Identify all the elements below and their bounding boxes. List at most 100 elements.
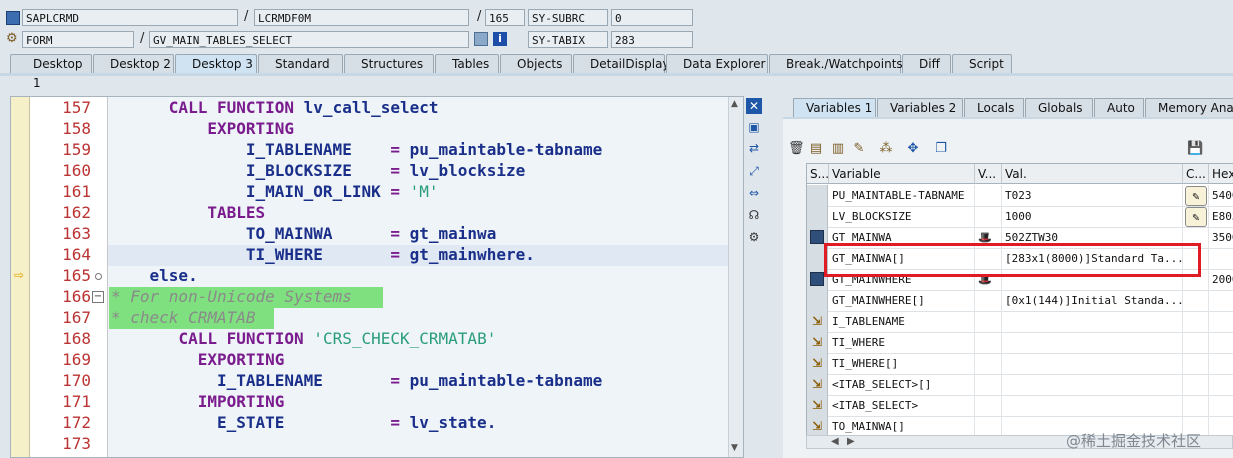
line-number[interactable]: 171 xyxy=(31,392,91,411)
value-icon-cell[interactable] xyxy=(975,290,1002,311)
variable-value[interactable]: 1000 xyxy=(1002,206,1183,227)
delete-icon[interactable]: 🗑 xyxy=(788,141,805,157)
variable-row[interactable]: ⇲ <ITAB_SELECT> xyxy=(807,395,1233,417)
hex-value[interactable] xyxy=(1209,374,1233,395)
include-field[interactable]: LCRMDF0M xyxy=(254,9,469,26)
tab-detail-display[interactable]: DetailDisplay xyxy=(573,54,670,73)
tab-script[interactable]: Script xyxy=(952,54,1012,73)
variable-name[interactable]: TO_MAINWA[] xyxy=(829,416,975,436)
value-icon-cell[interactable] xyxy=(975,332,1002,353)
param-icon[interactable]: ⇲ xyxy=(810,335,824,349)
line-number[interactable]: 169 xyxy=(31,350,91,369)
scroll-left-icon[interactable]: ◀ xyxy=(831,436,839,448)
variable-name[interactable]: <ITAB_SELECT> xyxy=(829,395,975,416)
row-selector[interactable] xyxy=(807,185,828,206)
variable-value[interactable]: [0x1(144)]Initial Standa... xyxy=(1002,290,1183,311)
variable-value[interactable] xyxy=(1002,395,1183,416)
code-line[interactable]: I_BLOCKSIZE = lv_blocksize xyxy=(111,161,525,180)
table-icon[interactable] xyxy=(810,230,824,244)
tab-standard[interactable]: Standard xyxy=(258,54,343,73)
sysfield-value-1[interactable]: 0 xyxy=(611,9,693,26)
settings-icon[interactable]: ⚙ xyxy=(746,229,762,245)
tab-data-explorer[interactable]: Data Explorer xyxy=(666,54,768,73)
variable-row[interactable]: ⇲ TI_WHERE[] xyxy=(807,353,1233,375)
hex-value[interactable] xyxy=(1209,290,1233,311)
change-cell[interactable] xyxy=(1183,395,1209,416)
line-number[interactable]: 159 xyxy=(31,140,91,159)
variables-grid[interactable]: S... Variable V... Val. C... Hexa PU_MAI… xyxy=(806,163,1233,437)
hex-value[interactable]: E803 xyxy=(1209,206,1233,227)
hex-value[interactable]: 3500 xyxy=(1209,227,1233,248)
hex-value[interactable] xyxy=(1209,353,1233,374)
value-icon-cell[interactable] xyxy=(975,185,1002,206)
row-selector[interactable]: ⇲ xyxy=(807,395,828,416)
change-cell[interactable] xyxy=(1183,353,1209,374)
variable-value[interactable] xyxy=(1002,374,1183,395)
move-icon[interactable]: ✥ xyxy=(905,141,921,157)
variable-name[interactable]: I_TABLENAME xyxy=(829,311,975,332)
tab-globals[interactable]: Globals xyxy=(1025,98,1093,117)
info-icon[interactable]: i xyxy=(493,32,507,46)
code-line[interactable]: TO_MAINWA = gt_mainwa xyxy=(111,224,496,243)
table-icon[interactable] xyxy=(810,272,824,286)
maximize-icon[interactable]: ⤢ xyxy=(746,163,762,179)
pencil-icon[interactable]: ✎ xyxy=(1185,186,1207,206)
column-header-change[interactable]: C... xyxy=(1183,164,1209,184)
new-tool-icon[interactable]: ▣ xyxy=(746,119,762,135)
scroll-right-icon[interactable]: ▶ xyxy=(847,436,855,448)
value-icon-cell[interactable] xyxy=(975,206,1002,227)
tab-variables-1[interactable]: Variables 1 xyxy=(793,98,876,117)
row-selector[interactable]: ⇲ xyxy=(807,311,828,332)
change-cell[interactable]: ✎ xyxy=(1183,206,1209,227)
change-cell[interactable] xyxy=(1183,332,1209,353)
edit-icon[interactable]: ✎ xyxy=(851,141,867,157)
tab-auto[interactable]: Auto xyxy=(1094,98,1144,117)
variable-row[interactable]: PU_MAINTABLE-TABNAME T023✎5400 xyxy=(807,185,1233,207)
event-type-field[interactable]: FORM xyxy=(22,31,134,48)
save-icon[interactable]: 💾 xyxy=(1187,141,1203,157)
variable-name[interactable]: LV_BLOCKSIZE xyxy=(829,206,975,227)
services-icon[interactable]: ☊ xyxy=(746,207,762,223)
code-line[interactable]: I_MAIN_OR_LINK = 'M' xyxy=(111,182,439,201)
hex-value[interactable]: 2000 xyxy=(1209,269,1233,290)
close-icon[interactable]: ✕ xyxy=(746,98,762,114)
tab-desktop-2[interactable]: Desktop 2 xyxy=(93,54,174,73)
row-selector[interactable]: ⇲ xyxy=(807,416,828,436)
row-selector[interactable] xyxy=(807,206,828,227)
line-number[interactable]: 162 xyxy=(31,203,91,222)
code-line[interactable]: TABLES xyxy=(111,203,265,222)
variable-row[interactable]: ⇲ TI_WHERE xyxy=(807,332,1233,354)
tab-break-watchpoints[interactable]: Break./Watchpoints xyxy=(769,54,903,73)
copy-icon[interactable]: ❐ xyxy=(933,141,949,157)
hex-value[interactable]: 5400 xyxy=(1209,185,1233,206)
navigate-icon[interactable] xyxy=(474,32,488,46)
row-selector[interactable]: ⇲ xyxy=(807,332,828,353)
event-name-field[interactable]: GV_MAIN_TABLES_SELECT xyxy=(149,31,469,48)
code-line[interactable]: I_TABLENAME = pu_maintable-tabname xyxy=(111,140,602,159)
column-header-value-icon[interactable]: V... xyxy=(975,164,1002,184)
pencil-icon[interactable]: ✎ xyxy=(1185,207,1207,227)
line-number[interactable]: 166 xyxy=(31,287,91,306)
hex-value[interactable] xyxy=(1209,248,1233,269)
line-number[interactable]: 172 xyxy=(31,413,91,432)
detail-icon[interactable]: ▤ xyxy=(808,141,824,157)
hierarchy-icon[interactable]: ⁂ xyxy=(878,141,894,157)
sysfield-name-1[interactable]: SY-SUBRC xyxy=(528,9,608,26)
hex-value[interactable] xyxy=(1209,311,1233,332)
param-icon[interactable]: ⇲ xyxy=(810,398,824,412)
param-icon[interactable]: ⇲ xyxy=(810,419,824,433)
line-number[interactable]: 165 xyxy=(31,266,91,285)
variable-name[interactable]: PU_MAINTABLE-TABNAME xyxy=(829,185,975,206)
code-line[interactable]: E_STATE = lv_state. xyxy=(111,413,496,432)
line-number[interactable]: 163 xyxy=(31,224,91,243)
variable-value[interactable] xyxy=(1002,353,1183,374)
code-line[interactable]: * For non-Unicode Systems xyxy=(111,287,352,306)
code-line[interactable]: IMPORTING xyxy=(111,392,285,411)
line-number[interactable]: 158 xyxy=(31,119,91,138)
sysfield-value-2[interactable]: 283 xyxy=(611,31,693,48)
scroll-down-icon[interactable]: ▼ xyxy=(731,443,738,453)
tab-memory-analysis[interactable]: Memory Ana xyxy=(1145,98,1233,117)
variable-row[interactable]: GT_MAINWHERE[] [0x1(144)]Initial Standa..… xyxy=(807,290,1233,312)
param-icon[interactable]: ⇲ xyxy=(810,377,824,391)
change-cell[interactable] xyxy=(1183,374,1209,395)
